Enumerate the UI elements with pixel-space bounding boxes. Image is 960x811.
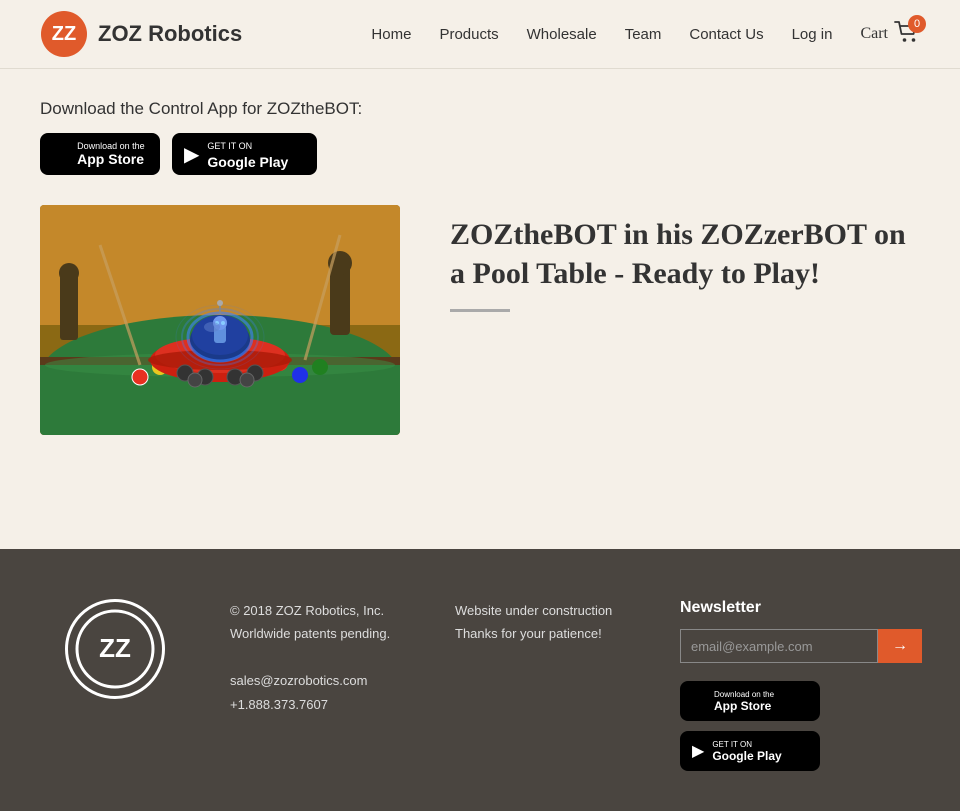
footer-logo-icon: ZZ bbox=[75, 609, 155, 689]
footer-status-line2: Thanks for your patience! bbox=[455, 622, 640, 645]
nav-wholesale[interactable]: Wholesale bbox=[527, 26, 597, 43]
download-section: Download the Control App for ZOZtheBOT: … bbox=[40, 99, 920, 175]
logo-text: ZOZ Robotics bbox=[98, 21, 242, 47]
main-content: Download the Control App for ZOZtheBOT: … bbox=[0, 69, 960, 549]
divider bbox=[450, 309, 510, 312]
footer-status: Website under construction Thanks for yo… bbox=[455, 599, 640, 646]
newsletter-submit-button[interactable]: → bbox=[878, 629, 922, 663]
svg-text:ZZ: ZZ bbox=[52, 23, 76, 45]
nav-products[interactable]: Products bbox=[439, 26, 498, 43]
footer-logo-area: ZZ bbox=[40, 599, 190, 699]
newsletter-form: → bbox=[680, 629, 920, 663]
product-image bbox=[40, 205, 400, 435]
product-description: ZOZtheBOT in his ZOZzerBOT on a Pool Tab… bbox=[450, 205, 920, 312]
footer-google-play-text: GET IT ON Google Play bbox=[712, 740, 781, 763]
product-illustration bbox=[40, 205, 400, 435]
footer-play-icon: ▶ bbox=[692, 741, 704, 761]
newsletter-title: Newsletter bbox=[680, 599, 920, 617]
nav-home[interactable]: Home bbox=[371, 26, 411, 43]
app-store-badge[interactable]:  Download on the App Store bbox=[40, 133, 160, 175]
footer-email[interactable]: sales@zozrobotics.com bbox=[230, 673, 367, 688]
footer-store-badges:  Download on the App Store ▶ GET IT ON … bbox=[680, 681, 920, 771]
footer-apple-icon:  bbox=[692, 691, 706, 712]
footer-newsletter: Newsletter →  Download on the App Store… bbox=[680, 599, 920, 771]
footer-app-store-badge[interactable]:  Download on the App Store bbox=[680, 681, 820, 721]
product-section: ZOZtheBOT in his ZOZzerBOT on a Pool Tab… bbox=[40, 205, 920, 435]
footer-logo-circle: ZZ bbox=[65, 599, 165, 699]
svg-text:ZZ: ZZ bbox=[99, 633, 131, 663]
cart-icon-wrap: 0 bbox=[894, 21, 920, 48]
footer-patents: Worldwide patents pending. bbox=[230, 622, 415, 645]
site-header: ZZ ZOZ Robotics Home Products Wholesale … bbox=[0, 0, 960, 69]
newsletter-input[interactable] bbox=[680, 629, 878, 663]
footer-status-line1: Website under construction bbox=[455, 599, 640, 622]
nav-contact[interactable]: Contact Us bbox=[689, 26, 763, 43]
footer-info: © 2018 ZOZ Robotics, Inc. Worldwide pate… bbox=[230, 599, 415, 716]
download-title: Download the Control App for ZOZtheBOT: bbox=[40, 99, 920, 119]
footer-copyright: © 2018 ZOZ Robotics, Inc. bbox=[230, 599, 415, 622]
logo-icon: ZZ bbox=[40, 10, 88, 58]
nav-team[interactable]: Team bbox=[625, 26, 662, 43]
cart-count: 0 bbox=[908, 15, 926, 33]
cart-label: Cart bbox=[860, 25, 888, 43]
footer-google-play-badge[interactable]: ▶ GET IT ON Google Play bbox=[680, 731, 820, 771]
apple-icon:  bbox=[52, 141, 69, 167]
nav-login[interactable]: Log in bbox=[792, 26, 833, 43]
main-nav: Home Products Wholesale Team Contact Us … bbox=[371, 21, 920, 48]
play-icon: ▶ bbox=[184, 142, 199, 167]
site-footer: ZZ © 2018 ZOZ Robotics, Inc. Worldwide p… bbox=[0, 549, 960, 811]
product-title: ZOZtheBOT in his ZOZzerBOT on a Pool Tab… bbox=[450, 215, 920, 293]
google-play-text: GET IT ON Google Play bbox=[207, 136, 305, 172]
footer-phone: +1.888.373.7607 bbox=[230, 697, 328, 712]
footer-app-store-text: Download on the App Store bbox=[714, 690, 774, 713]
store-badges:  Download on the App Store ▶ GET IT ON … bbox=[40, 133, 920, 175]
cart-button[interactable]: Cart 0 bbox=[860, 21, 920, 48]
google-play-badge[interactable]: ▶ GET IT ON Google Play bbox=[172, 133, 317, 175]
app-store-text: Download on the App Store bbox=[77, 141, 145, 167]
logo-link[interactable]: ZZ ZOZ Robotics bbox=[40, 10, 242, 58]
